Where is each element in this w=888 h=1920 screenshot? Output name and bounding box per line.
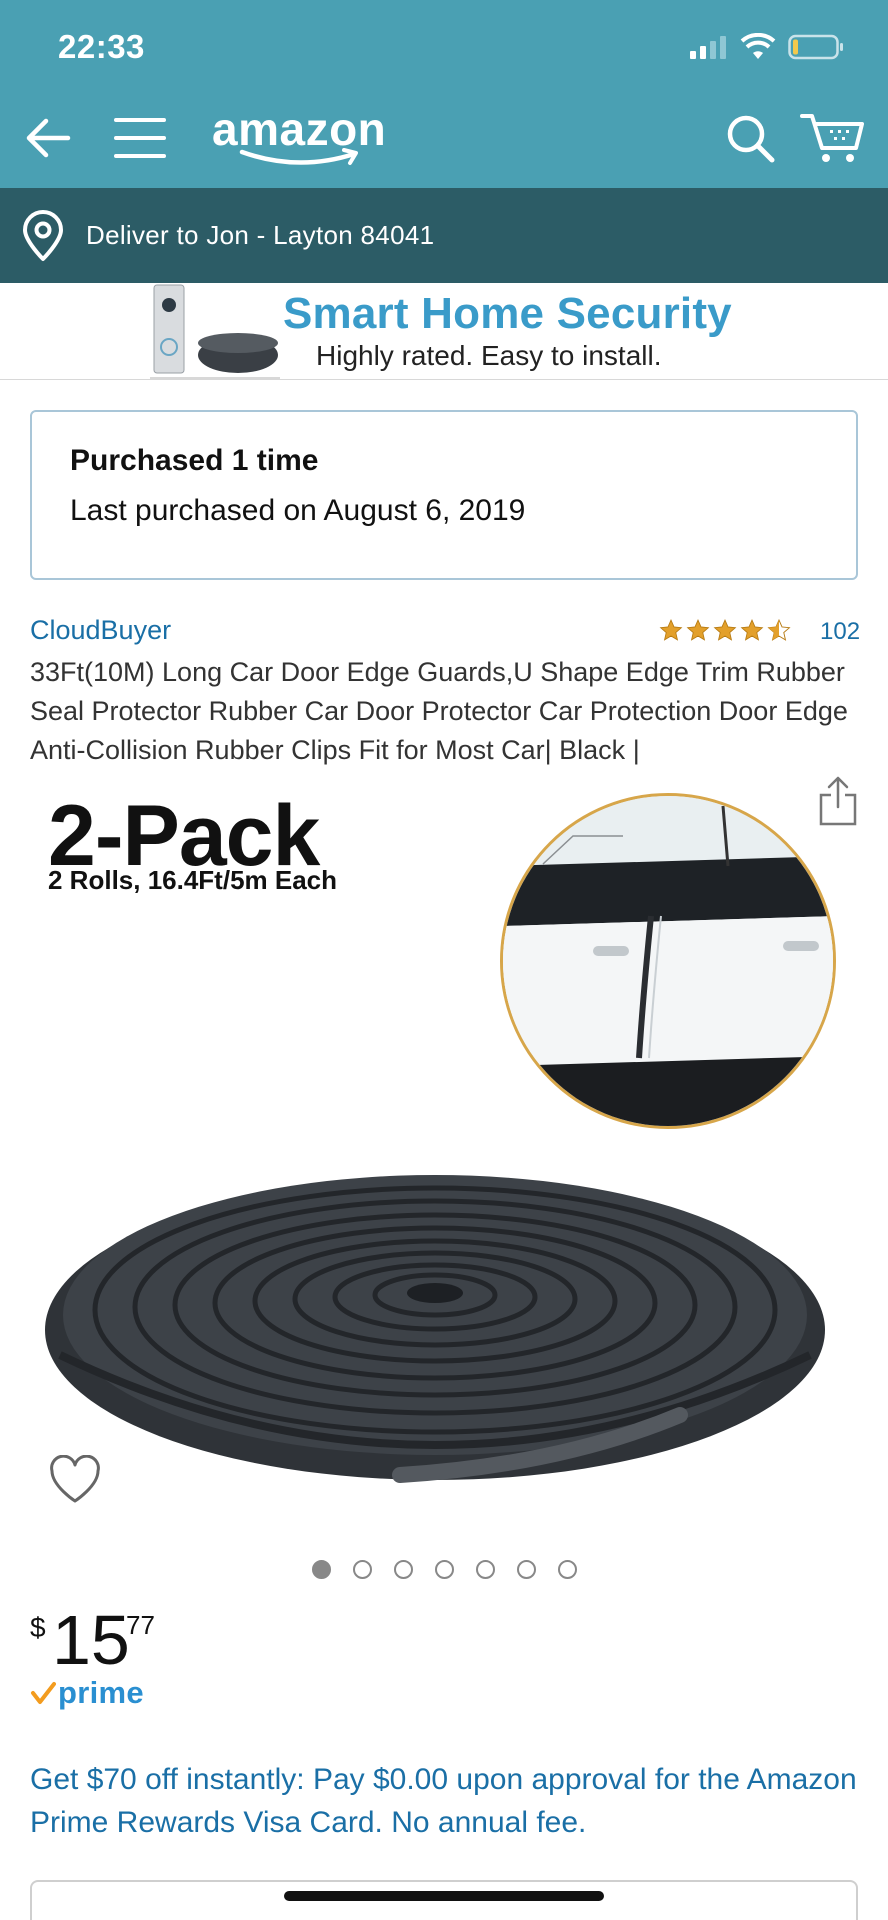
wifi-icon bbox=[740, 33, 776, 59]
price-whole: 15 bbox=[52, 1601, 130, 1679]
price-currency: $ bbox=[30, 1612, 46, 1643]
star-rating bbox=[658, 618, 792, 643]
carousel-dot-active[interactable] bbox=[311, 1560, 331, 1579]
cellular-signal-icon bbox=[690, 36, 726, 59]
star-full-icon bbox=[740, 618, 764, 641]
carousel-dot[interactable] bbox=[352, 1560, 372, 1579]
smile-arrow-icon bbox=[239, 148, 358, 165]
product-title: 33Ft(10M) Long Car Door Edge Guards,U Sh… bbox=[30, 657, 848, 765]
car-door-inset-image bbox=[500, 793, 836, 1129]
star-full-icon bbox=[659, 618, 683, 641]
star-full-icon bbox=[713, 618, 737, 641]
battery-icon bbox=[788, 34, 843, 60]
carousel-dot[interactable] bbox=[475, 1560, 495, 1579]
prime-badge: prime bbox=[30, 1675, 144, 1711]
smart-devices-image bbox=[150, 284, 280, 380]
carousel-dot[interactable] bbox=[434, 1560, 454, 1579]
deliver-to-bar[interactable]: Deliver to Jon - Layton 84041 bbox=[0, 188, 888, 283]
location-pin-icon bbox=[23, 209, 63, 261]
carousel-dot[interactable] bbox=[516, 1560, 536, 1579]
banner-subtitle: Highly rated. Easy to install. bbox=[316, 340, 662, 371]
rubber-coil-image bbox=[45, 1175, 825, 1483]
star-full-icon bbox=[686, 618, 710, 641]
prime-check-icon bbox=[31, 1682, 56, 1704]
banner-title: Smart Home Security bbox=[283, 289, 732, 338]
purchase-history-box[interactable]: Purchased 1 time Last purchased on Augus… bbox=[30, 410, 858, 580]
review-count[interactable]: 102 bbox=[820, 618, 860, 646]
brand-link[interactable]: CloudBuyer bbox=[30, 615, 171, 646]
carousel-indicator bbox=[0, 1560, 888, 1579]
carousel-dot[interactable] bbox=[557, 1560, 577, 1579]
heart-wishlist-icon[interactable] bbox=[48, 1455, 102, 1505]
price-fraction: 77 bbox=[126, 1610, 155, 1640]
back-arrow-icon[interactable] bbox=[20, 110, 76, 166]
status-time: 22:33 bbox=[58, 28, 145, 65]
search-icon[interactable] bbox=[722, 110, 778, 166]
status-icons bbox=[688, 32, 844, 62]
hamburger-menu-icon[interactable] bbox=[112, 112, 168, 164]
prime-label: prime bbox=[58, 1675, 144, 1710]
app-header: 22:33 amazon bbox=[0, 0, 888, 188]
carousel-dot[interactable] bbox=[393, 1560, 413, 1579]
share-icon[interactable] bbox=[818, 775, 858, 827]
cart-icon[interactable] bbox=[800, 108, 866, 166]
amazon-logo[interactable]: amazon bbox=[212, 102, 402, 172]
home-indicator bbox=[284, 1891, 604, 1901]
card-offer-link[interactable]: Get $70 off instantly: Pay $0.00 upon ap… bbox=[30, 1758, 860, 1844]
navigation-bar: amazon bbox=[0, 100, 888, 180]
product-rating[interactable]: 102 bbox=[658, 614, 860, 646]
ad-banner[interactable]: Smart Home Security Highly rated. Easy t… bbox=[0, 283, 888, 380]
product-image-carousel[interactable]: 2-Pack 2 Rolls, 16.4Ft/5m Each bbox=[0, 775, 888, 1535]
purchased-count: Purchased 1 time bbox=[70, 444, 319, 477]
star-half-icon bbox=[767, 618, 791, 641]
image-subline: 2 Rolls, 16.4Ft/5m Each bbox=[48, 865, 338, 895]
last-purchased-date: Last purchased on August 6, 2019 bbox=[70, 494, 526, 527]
deliver-address: Deliver to Jon - Layton 84041 bbox=[86, 220, 435, 250]
